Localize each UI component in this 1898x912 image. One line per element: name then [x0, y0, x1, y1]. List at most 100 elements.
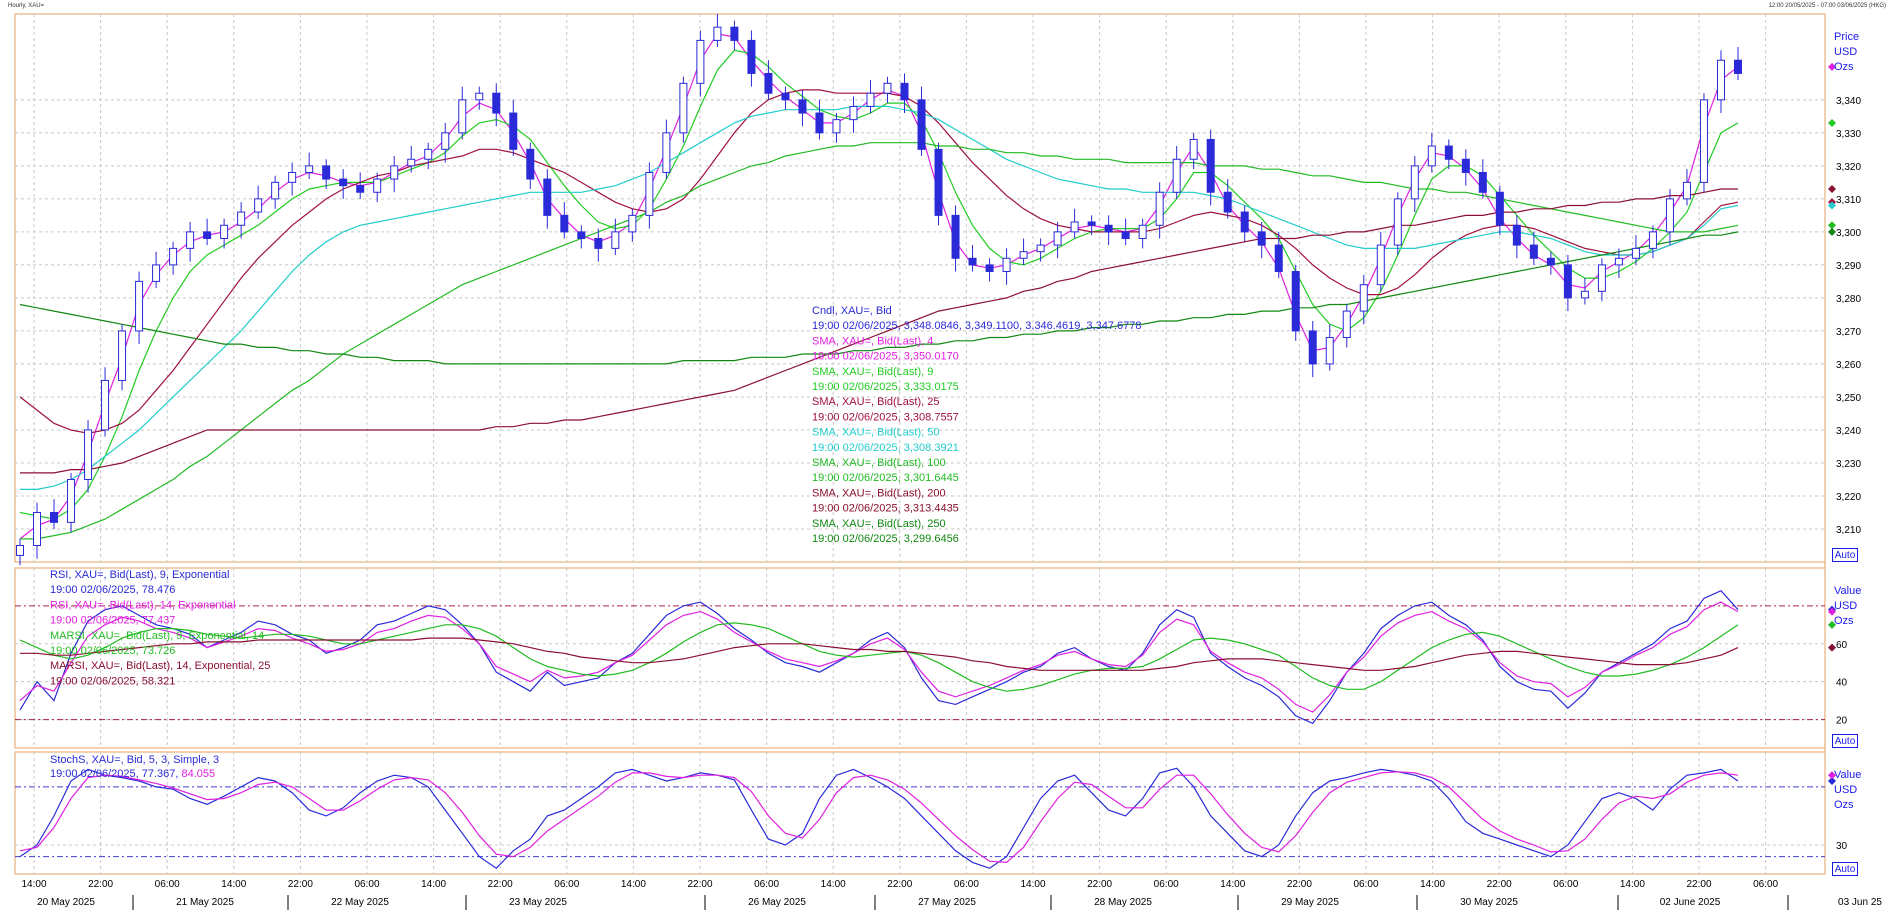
x-tick-label: 14:00 [1020, 879, 1045, 890]
legend-name: StochS, XAU=, Bid, 5, 3, Simple, 3 [50, 754, 219, 766]
y-tick-label: 3,270 [1836, 327, 1861, 338]
candle-body [696, 39, 705, 84]
candle-body [747, 39, 756, 74]
candle-body [407, 158, 416, 167]
rsi-auto-button[interactable]: Auto [1832, 734, 1858, 748]
candle-body [101, 379, 110, 431]
x-tick-label: 14:00 [1620, 879, 1645, 890]
axis-header: USD [1834, 600, 1857, 612]
legend-name: Cndl, XAU=, Bid [812, 305, 892, 317]
candle-body [951, 214, 960, 259]
legend-value: 19:00 02/06/2025, 3,313.4435 [812, 503, 959, 515]
candle-body [424, 148, 433, 160]
date-label: 03 Jun 25 [1838, 897, 1882, 908]
legend-name: SMA, XAU=, Bid(Last), 50 [812, 427, 939, 439]
candle-body [577, 231, 586, 239]
candle-body [662, 132, 671, 173]
candle-body [1410, 165, 1419, 200]
candle-body [1002, 257, 1011, 272]
legend-name: SMA, XAU=, Bid(Last), 200 [812, 487, 946, 499]
candle-body [1359, 284, 1368, 312]
y-tick-label: 3,310 [1836, 195, 1861, 206]
candle-body [815, 112, 824, 134]
legend-name: MARSI, XAU=, Bid(Last), 9, Exponential, … [50, 630, 264, 642]
candle-body [305, 165, 314, 173]
candle-body [866, 92, 875, 107]
legend-value: 19:00 02/06/2025, 58.321 [50, 675, 175, 687]
y-tick-label: 40 [1836, 678, 1848, 689]
price-auto-button[interactable]: Auto [1832, 548, 1858, 562]
candle-body [1648, 231, 1657, 249]
candle-body [883, 82, 892, 94]
last-value-marker-sma200 [1828, 184, 1836, 193]
candle-body [203, 231, 212, 239]
y-tick-label: 3,280 [1836, 294, 1861, 305]
panel-frame [14, 567, 1826, 749]
candle-body [16, 544, 24, 556]
x-tick-label: 22:00 [887, 879, 912, 890]
candle-body [1138, 224, 1147, 239]
candle-body [1393, 198, 1402, 246]
stoch-auto-button[interactable]: Auto [1832, 862, 1858, 876]
x-tick-label: 06:00 [1753, 879, 1778, 890]
candle-body [628, 214, 637, 233]
date-label: 02 June 2025 [1660, 897, 1721, 908]
y-tick-label: 3,320 [1836, 162, 1861, 173]
axis-header: Price [1834, 31, 1859, 43]
date-label: 27 May 2025 [918, 897, 976, 908]
candle-body [764, 72, 773, 94]
candle-body [1223, 191, 1232, 213]
legend-name: RSI, XAU=, Bid(Last), 9, Exponential [50, 569, 229, 581]
candle-body [271, 181, 280, 200]
candle-body [934, 148, 943, 216]
axis-header: Value [1834, 585, 1861, 597]
legend-value: 19:00 02/06/2025, 3,308.3921 [812, 442, 959, 454]
candle-body [1036, 244, 1045, 253]
legend-value-main: 19:00 02/06/2025, 58.321 [50, 675, 175, 687]
last-value-marker-sma9 [1828, 118, 1836, 127]
candle-body [900, 82, 909, 101]
candle-body [254, 198, 263, 213]
legend-value: 19:00 02/06/2025, 3,348.0846, 3,349.1100… [812, 320, 1141, 332]
series-line-rsi14 [19, 601, 1739, 713]
legend-value-main: 19:00 02/06/2025, 77.367, [50, 768, 182, 780]
x-tick-label: 06:00 [354, 879, 379, 890]
legends-layer: Cndl, XAU=, Bid 19:00 02/06/2025, 3,348.0… [50, 305, 1141, 780]
legend-value: 19:00 02/06/2025, 77.437 [50, 615, 175, 627]
candle-body [509, 112, 518, 150]
candle-body [50, 511, 59, 523]
candle-body [1614, 257, 1623, 266]
legend-value-main: 19:00 02/06/2025, 73.726 [50, 645, 175, 657]
candle-body [594, 237, 603, 249]
candle-body [781, 92, 790, 101]
candle-body [679, 82, 688, 134]
legend-name: MARSI, XAU=, Bid(Last), 14, Exponential,… [50, 660, 270, 672]
legend-value-main: 19:00 02/06/2025, 77.437 [50, 615, 175, 627]
candle-body [1444, 145, 1453, 160]
y-tick-label: 60 [1836, 640, 1848, 651]
legend-value: 19:00 02/06/2025, 78.476 [50, 584, 175, 596]
x-tick-label: 14:00 [1220, 879, 1245, 890]
candle-body [84, 429, 93, 480]
candle-body [1699, 99, 1708, 183]
candle-body [1087, 221, 1096, 226]
y-tick-label: 3,300 [1836, 228, 1861, 239]
x-tick-label: 06:00 [1353, 879, 1378, 890]
candle-body [1376, 244, 1385, 286]
x-tick-label: 14:00 [1420, 879, 1445, 890]
legend-value-main: 19:00 02/06/2025, 3,301.6445 [812, 472, 959, 484]
date-label: 30 May 2025 [1460, 897, 1518, 908]
candle-body [186, 231, 195, 249]
candle-body [713, 26, 722, 41]
y-tick-label: 20 [1836, 716, 1848, 727]
candle-body [1121, 231, 1130, 239]
candle-body [1529, 244, 1538, 259]
axis-header: Ozs [1834, 799, 1854, 811]
candle-body [135, 280, 144, 332]
candle-body [1342, 310, 1351, 339]
legend-value-main: 19:00 02/06/2025, 78.476 [50, 584, 175, 596]
candle-body [1580, 290, 1589, 299]
axis-header: Ozs [1834, 615, 1854, 627]
candle-body [1597, 264, 1606, 292]
x-tick-label: 14:00 [621, 879, 646, 890]
